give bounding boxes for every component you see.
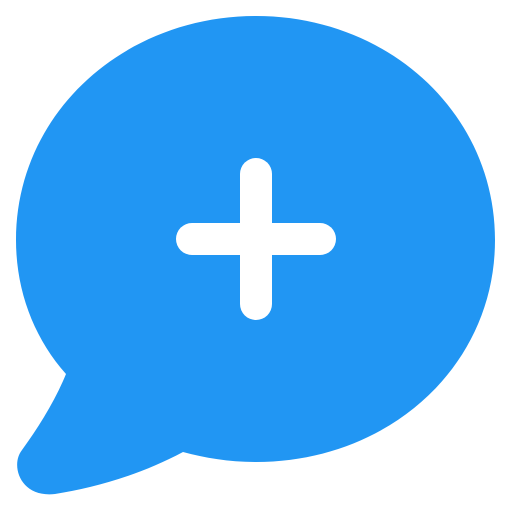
add-chat-svg — [16, 16, 495, 495]
add-chat-icon[interactable] — [0, 0, 512, 512]
